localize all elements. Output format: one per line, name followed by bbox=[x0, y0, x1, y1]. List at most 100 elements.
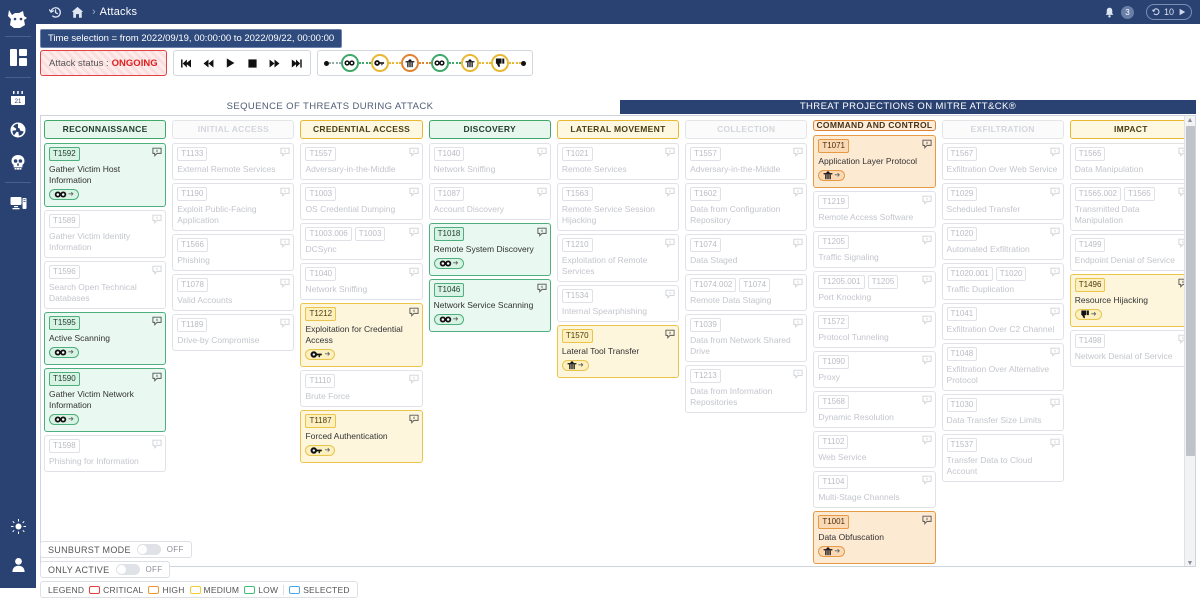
comment-bubble-icon[interactable] bbox=[537, 187, 547, 197]
stop-icon[interactable] bbox=[247, 57, 259, 69]
skip-end-icon[interactable] bbox=[291, 57, 303, 69]
comment-bubble-icon[interactable] bbox=[152, 316, 162, 326]
comment-bubble-icon[interactable] bbox=[280, 238, 290, 248]
technique-id-badge[interactable]: T1565 bbox=[1124, 187, 1155, 201]
refresh-interval-control[interactable]: 10 bbox=[1146, 4, 1192, 20]
home-icon[interactable] bbox=[66, 1, 88, 23]
technique-card[interactable]: T1187Forced Authentication➜ bbox=[300, 410, 422, 463]
technique-card[interactable]: T1074Data Staged bbox=[685, 234, 807, 271]
comment-bubble-icon[interactable] bbox=[922, 515, 932, 525]
skip-start-icon[interactable] bbox=[181, 57, 193, 69]
threat-kind-badge[interactable]: ➜ bbox=[562, 360, 589, 371]
technique-card[interactable]: T1590Gather Victim Network Information➜ bbox=[44, 368, 166, 432]
technique-id-badge[interactable]: T1087 bbox=[434, 187, 465, 201]
technique-card[interactable]: T1219Remote Access Software bbox=[813, 191, 935, 228]
technique-id-badge[interactable]: T1133 bbox=[177, 147, 207, 161]
comment-bubble-icon[interactable] bbox=[409, 147, 419, 157]
comment-bubble-icon[interactable] bbox=[793, 187, 803, 197]
scrollbar-thumb[interactable] bbox=[1186, 126, 1195, 456]
comment-bubble-icon[interactable] bbox=[922, 139, 932, 149]
comment-bubble-icon[interactable] bbox=[409, 414, 419, 424]
tactic-header[interactable]: DISCOVERY bbox=[429, 120, 551, 139]
matrix-scrollbar[interactable]: ▲ ▼ bbox=[1184, 116, 1195, 567]
technique-id-badge[interactable]: T1496 bbox=[1075, 278, 1106, 292]
comment-bubble-icon[interactable] bbox=[409, 187, 419, 197]
threat-kind-badge[interactable]: ➜ bbox=[818, 546, 845, 557]
notification-badge[interactable]: 3 bbox=[1121, 6, 1134, 19]
comment-bubble-icon[interactable] bbox=[152, 372, 162, 382]
user-icon[interactable] bbox=[0, 548, 36, 580]
comment-bubble-icon[interactable] bbox=[1050, 398, 1060, 408]
technique-card[interactable]: T1565Data Manipulation bbox=[1070, 143, 1192, 180]
technique-card[interactable]: T1133External Remote Services bbox=[172, 143, 294, 180]
technique-card[interactable]: T1071Application Layer Protocol➜ bbox=[813, 135, 935, 188]
technique-id-badge[interactable]: T1074 bbox=[739, 278, 770, 292]
tactic-header[interactable]: LATERAL MOVEMENT bbox=[557, 120, 679, 139]
only-active-toggle[interactable]: ONLY ACTIVE OFF bbox=[40, 561, 170, 578]
technique-card[interactable]: T1020Automated Exfiltration bbox=[942, 223, 1064, 260]
sidebar-item-dashboard[interactable] bbox=[0, 41, 36, 73]
technique-id-badge[interactable]: T1213 bbox=[690, 369, 721, 383]
technique-id-badge[interactable]: T1596 bbox=[49, 265, 80, 279]
tactic-header[interactable]: COMMAND AND CONTROL bbox=[813, 120, 935, 131]
comment-bubble-icon[interactable] bbox=[1050, 347, 1060, 357]
technique-card[interactable]: T1041Exfiltration Over C2 Channel bbox=[942, 303, 1064, 340]
comment-bubble-icon[interactable] bbox=[537, 147, 547, 157]
technique-id-badge[interactable]: T1003.006 bbox=[305, 227, 351, 241]
threat-kind-badge[interactable]: ➜ bbox=[49, 347, 79, 358]
comment-bubble-icon[interactable] bbox=[665, 187, 675, 197]
technique-id-badge[interactable]: T1602 bbox=[690, 187, 721, 201]
comment-bubble-icon[interactable] bbox=[1050, 307, 1060, 317]
comment-bubble-icon[interactable] bbox=[152, 214, 162, 224]
technique-card[interactable]: T1046Network Service Scanning➜ bbox=[429, 279, 551, 332]
comment-bubble-icon[interactable] bbox=[922, 435, 932, 445]
technique-id-badge[interactable]: T1566 bbox=[177, 238, 208, 252]
sequence-node-tools[interactable] bbox=[401, 54, 419, 72]
comment-bubble-icon[interactable] bbox=[1050, 267, 1060, 277]
technique-card[interactable]: T1596Search Open Technical Databases bbox=[44, 261, 166, 309]
comment-bubble-icon[interactable] bbox=[409, 307, 419, 317]
technique-card[interactable]: T1568Dynamic Resolution bbox=[813, 391, 935, 428]
only-active-toggle-switch[interactable] bbox=[116, 564, 140, 575]
sequence-node-binoculars[interactable] bbox=[341, 54, 359, 72]
technique-card[interactable]: T1557Adversary-in-the-Middle bbox=[300, 143, 422, 180]
comment-bubble-icon[interactable] bbox=[152, 439, 162, 449]
technique-id-badge[interactable]: T1041 bbox=[947, 307, 978, 321]
time-selection-label[interactable]: Time selection = from 2022/09/19, 00:00:… bbox=[40, 29, 342, 48]
technique-id-badge[interactable]: T1557 bbox=[690, 147, 721, 161]
technique-id-badge[interactable]: T1003 bbox=[305, 187, 336, 201]
technique-id-badge[interactable]: T1219 bbox=[818, 195, 849, 209]
technique-id-badge[interactable]: T1212 bbox=[305, 307, 336, 321]
comment-bubble-icon[interactable] bbox=[793, 147, 803, 157]
threat-kind-badge[interactable]: ➜ bbox=[434, 258, 464, 269]
technique-card[interactable]: T1565.002T1565Transmitted Data Manipulat… bbox=[1070, 183, 1192, 231]
sidebar-item-threats[interactable] bbox=[0, 114, 36, 146]
comment-bubble-icon[interactable] bbox=[665, 238, 675, 248]
technique-id-badge[interactable]: T1074 bbox=[690, 238, 721, 252]
fast-forward-icon[interactable] bbox=[269, 57, 281, 69]
technique-card[interactable]: T1018Remote System Discovery➜ bbox=[429, 223, 551, 276]
tactic-header[interactable]: IMPACT bbox=[1070, 120, 1192, 139]
technique-id-badge[interactable]: T1001 bbox=[818, 515, 849, 529]
scroll-down-arrow[interactable]: ▼ bbox=[1187, 559, 1194, 567]
technique-card[interactable]: T1595Active Scanning➜ bbox=[44, 312, 166, 365]
comment-bubble-icon[interactable] bbox=[280, 318, 290, 328]
technique-card[interactable]: T1021Remote Services bbox=[557, 143, 679, 180]
technique-id-badge[interactable]: T1205.001 bbox=[818, 275, 864, 289]
scroll-up-arrow[interactable]: ▲ bbox=[1187, 116, 1194, 125]
breadcrumb[interactable]: Attacks bbox=[100, 6, 137, 18]
comment-bubble-icon[interactable] bbox=[793, 318, 803, 328]
comment-bubble-icon[interactable] bbox=[793, 278, 803, 288]
technique-id-badge[interactable]: T1570 bbox=[562, 329, 593, 343]
sequence-node-tools[interactable] bbox=[461, 54, 479, 72]
comment-bubble-icon[interactable] bbox=[665, 329, 675, 339]
technique-id-badge[interactable]: T1078 bbox=[177, 278, 208, 292]
technique-card[interactable]: T1212Exploitation for Credential Access➜ bbox=[300, 303, 422, 367]
technique-card[interactable]: T1499Endpoint Denial of Service bbox=[1070, 234, 1192, 271]
technique-id-badge[interactable]: T1021 bbox=[562, 147, 593, 161]
comment-bubble-icon[interactable] bbox=[665, 147, 675, 157]
technique-id-badge[interactable]: T1589 bbox=[49, 214, 80, 228]
technique-id-badge[interactable]: T1020 bbox=[996, 267, 1027, 281]
technique-id-badge[interactable]: T1190 bbox=[177, 187, 207, 201]
technique-card[interactable]: T1039Data from Network Shared Drive bbox=[685, 314, 807, 362]
